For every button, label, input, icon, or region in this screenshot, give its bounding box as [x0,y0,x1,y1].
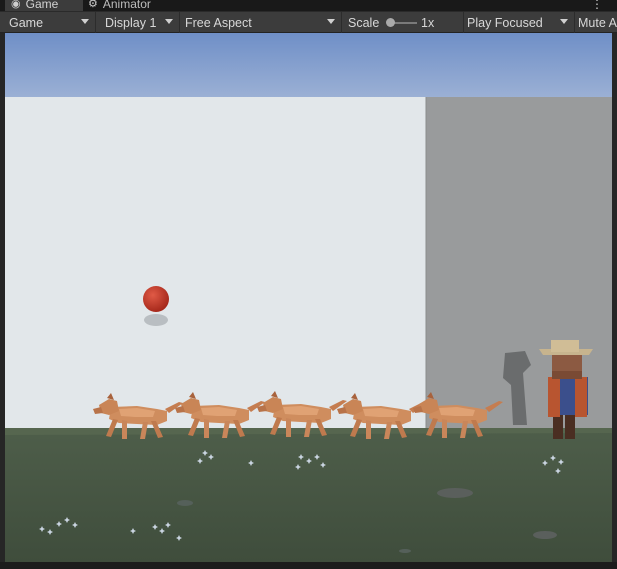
view-mode-dropdown[interactable]: Game [5,12,96,33]
stone [437,488,473,498]
aspect-label: Free Aspect [185,15,252,30]
sky [5,33,612,103]
stone [533,531,557,539]
aspect-dropdown[interactable]: Free Aspect [180,12,342,33]
ground [5,428,612,562]
right-panel-edge [612,33,617,569]
scale-value: 1x [421,15,435,30]
chevron-down-icon [165,19,173,24]
play-mode-label: Play Focused [467,15,543,30]
tab-animator-label: Animator [102,0,151,11]
red-ball[interactable] [143,286,169,312]
bottom-panel-edge [0,562,617,569]
stone [177,500,193,506]
mute-audio-toggle[interactable]: Mute A [575,12,617,33]
editor-tab-bar: ◉ Game ⚙ Animator ⋮ [0,0,617,11]
chevron-down-icon [560,19,568,24]
display-dropdown[interactable]: Display 1 [99,12,180,33]
animator-icon: ⚙ [88,0,98,10]
wall-front [5,97,426,433]
more-options-icon[interactable]: ⋮ [591,0,603,11]
play-mode-dropdown[interactable]: Play Focused [464,12,575,33]
tab-animator[interactable]: ⚙ Animator [88,0,151,11]
tab-game[interactable]: ◉ Game [5,0,83,11]
game-scene [5,33,612,562]
gamepad-icon: ◉ [11,0,21,10]
game-viewport[interactable] [5,33,612,562]
view-mode-label: Game [9,15,44,30]
scale-slider-handle[interactable] [386,18,395,27]
chevron-down-icon [327,19,335,24]
display-label: Display 1 [105,15,157,30]
chevron-down-icon [81,19,89,24]
stone [399,549,411,553]
scale-label: Scale [348,15,380,30]
game-view-toolbar: Game Display 1 Free Aspect Scale 1x Play… [0,11,617,33]
tab-game-label: Game [25,0,59,11]
mute-label: Mute A [578,15,617,30]
